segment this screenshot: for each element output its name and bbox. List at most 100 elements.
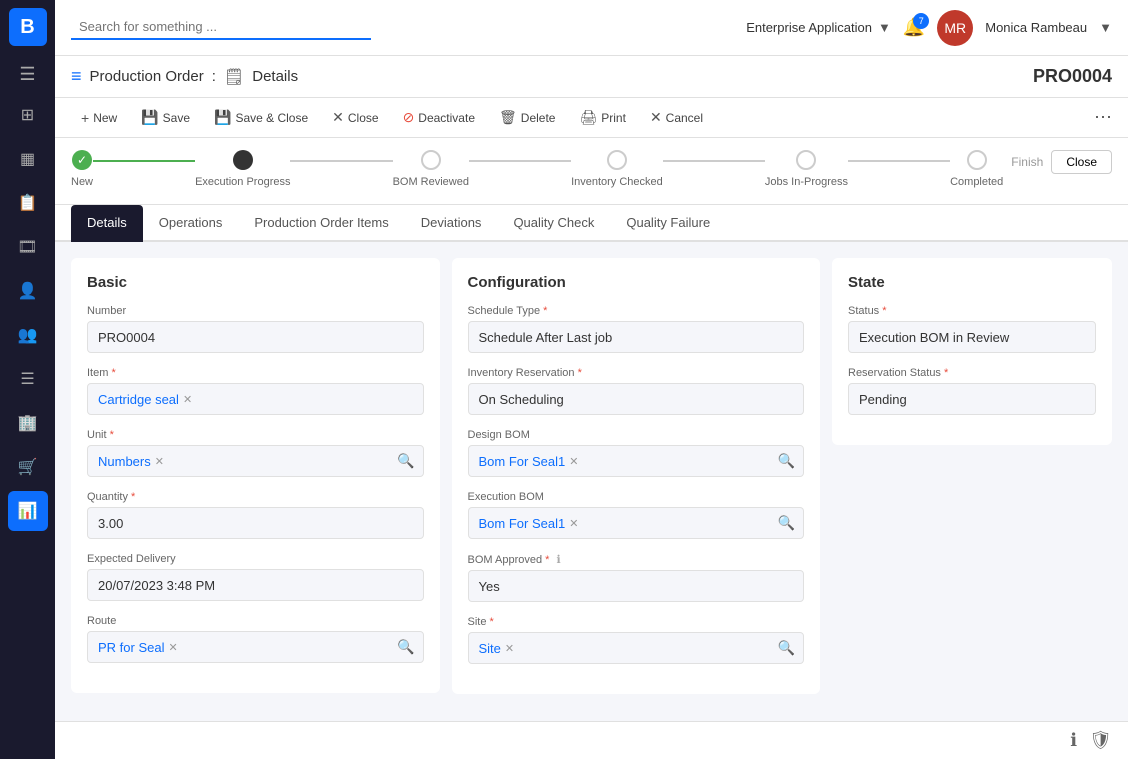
sidebar-item-users[interactable]: 👥 xyxy=(8,315,48,355)
sidebar: B ☰ ⊞ ▦ 📋 🎞 👤 👥 ☰ 🏢 🛒 📊 xyxy=(0,0,55,759)
info-icon[interactable]: ℹ xyxy=(1070,730,1077,751)
execution-bom-tag-remove[interactable]: ✕ xyxy=(569,517,578,530)
user-dropdown-icon[interactable]: ▼ xyxy=(1099,20,1112,35)
notification-button[interactable]: 🔔 7 xyxy=(903,17,925,38)
finish-label: Finish xyxy=(1011,155,1043,169)
site-tag-remove[interactable]: ✕ xyxy=(505,642,514,655)
hamburger-icon[interactable]: ☰ xyxy=(13,58,41,91)
route-search-icon[interactable]: 🔍 xyxy=(397,639,414,656)
unit-search-icon[interactable]: 🔍 xyxy=(397,453,414,470)
basic-title: Basic xyxy=(87,274,424,291)
deactivate-button[interactable]: ⊘ Deactivate xyxy=(393,104,485,131)
search-input[interactable] xyxy=(71,15,371,40)
route-tag-remove[interactable]: ✕ xyxy=(168,641,177,654)
item-tag: Cartridge seal ✕ xyxy=(98,392,192,407)
close-icon: ✕ xyxy=(332,109,344,126)
step-label-jobs: Jobs In-Progress xyxy=(765,176,848,188)
design-bom-label: Design BOM xyxy=(468,429,805,441)
execution-bom-field-group: Execution BOM Bom For Seal1 ✕ 🔍 xyxy=(468,491,805,539)
tab-quality-check[interactable]: Quality Check xyxy=(497,205,610,242)
sidebar-item-person[interactable]: 👤 xyxy=(8,271,48,311)
reservation-status-label: Reservation Status * xyxy=(848,367,1096,379)
inventory-reservation-field-group: Inventory Reservation * On Scheduling xyxy=(468,367,805,415)
step-jobs: Jobs In-Progress xyxy=(765,150,848,188)
status-value: Execution BOM in Review xyxy=(848,321,1096,353)
connector-2 xyxy=(290,160,392,162)
list-icon: ≡ xyxy=(71,66,82,87)
delete-button[interactable]: 🗑 Delete xyxy=(489,104,565,131)
tab-quality-failure[interactable]: Quality Failure xyxy=(610,205,726,242)
site-field-group: Site * Site ✕ 🔍 xyxy=(468,616,805,664)
app-selector[interactable]: Enterprise Application ▼ xyxy=(746,20,891,35)
tab-production-order-items[interactable]: Production Order Items xyxy=(238,205,404,242)
quantity-value[interactable]: 3.00 xyxy=(87,507,424,539)
step-execution: Execution Progress xyxy=(195,150,290,188)
deactivate-icon: ⊘ xyxy=(403,109,415,126)
sidebar-item-report[interactable]: 📋 xyxy=(8,183,48,223)
expected-delivery-value[interactable]: 20/07/2023 3:48 PM xyxy=(87,569,424,601)
design-bom-tag: Bom For Seal1 ✕ xyxy=(479,454,579,469)
close-button[interactable]: ✕ Close xyxy=(322,104,388,131)
number-field-group: Number PRO0004 xyxy=(87,305,424,353)
shield-icon[interactable]: 🛡 xyxy=(1089,730,1112,751)
save-close-button[interactable]: 💾 Save & Close xyxy=(204,104,318,131)
step-label-new: New xyxy=(71,176,93,188)
execution-bom-label: Execution BOM xyxy=(468,491,805,503)
unit-label: Unit * xyxy=(87,429,424,441)
main-area: Enterprise Application ▼ 🔔 7 MR Monica R… xyxy=(55,0,1128,759)
finish-close-area: Finish Close xyxy=(1011,150,1112,174)
topbar-right: Enterprise Application ▼ 🔔 7 MR Monica R… xyxy=(746,10,1112,46)
close-step-button[interactable]: Close xyxy=(1051,150,1112,174)
avatar: MR xyxy=(937,10,973,46)
route-tag-text: PR for Seal xyxy=(98,640,164,655)
delete-icon: 🗑 xyxy=(499,109,517,126)
step-inventory: Inventory Checked xyxy=(571,150,663,188)
sidebar-item-dashboard[interactable]: ⊞ xyxy=(8,95,48,135)
route-tag: PR for Seal ✕ xyxy=(98,640,178,655)
state-title: State xyxy=(848,274,1096,291)
notification-badge: 7 xyxy=(913,13,929,29)
progress-section: ✓ New Execution Progress BOM Reviewed In… xyxy=(55,138,1128,205)
sidebar-item-chart[interactable]: 📊 xyxy=(8,491,48,531)
sidebar-item-video[interactable]: 🎞 xyxy=(8,227,48,267)
design-bom-tag-remove[interactable]: ✕ xyxy=(569,455,578,468)
save-button[interactable]: 💾 Save xyxy=(131,104,200,131)
bom-approved-value: Yes xyxy=(468,570,805,602)
sidebar-item-calendar[interactable]: ▦ xyxy=(8,139,48,179)
save-icon: 💾 xyxy=(141,109,158,126)
sub-title-label: Details xyxy=(252,68,298,85)
sidebar-item-list[interactable]: ☰ xyxy=(8,359,48,399)
expected-delivery-label: Expected Delivery xyxy=(87,553,424,565)
quantity-field-group: Quantity * 3.00 xyxy=(87,491,424,539)
site-value: Site ✕ 🔍 xyxy=(468,632,805,664)
more-button[interactable]: ⋯ xyxy=(1094,107,1112,128)
site-tag-text: Site xyxy=(479,641,501,656)
execution-bom-search-icon[interactable]: 🔍 xyxy=(778,515,795,532)
sidebar-item-building[interactable]: 🏢 xyxy=(8,403,48,443)
design-bom-search-icon[interactable]: 🔍 xyxy=(778,453,795,470)
reservation-status-value: Pending xyxy=(848,383,1096,415)
step-circle-jobs xyxy=(796,150,816,170)
quantity-label: Quantity * xyxy=(87,491,424,503)
cancel-button[interactable]: ✕ Cancel xyxy=(640,104,713,131)
inventory-reservation-label: Inventory Reservation * xyxy=(468,367,805,379)
tab-deviations[interactable]: Deviations xyxy=(405,205,498,242)
site-search-icon[interactable]: 🔍 xyxy=(778,640,795,657)
bottom-bar: ℹ 🛡 xyxy=(55,721,1128,759)
unit-tag-remove[interactable]: ✕ xyxy=(155,455,164,468)
user-name-label[interactable]: Monica Rambeau xyxy=(985,20,1087,35)
tabs-bar: Details Operations Production Order Item… xyxy=(55,205,1128,242)
new-button[interactable]: + New xyxy=(71,105,127,131)
tab-operations[interactable]: Operations xyxy=(143,205,239,242)
execution-bom-tag-text: Bom For Seal1 xyxy=(479,516,566,531)
connector-5 xyxy=(848,160,950,162)
print-button[interactable]: 🖨 Print xyxy=(569,104,635,131)
sidebar-item-cart[interactable]: 🛒 xyxy=(8,447,48,487)
tab-details[interactable]: Details xyxy=(71,205,143,242)
item-tag-remove[interactable]: ✕ xyxy=(183,393,192,406)
design-bom-tag-text: Bom For Seal1 xyxy=(479,454,566,469)
app-logo: B xyxy=(9,8,47,46)
step-bom-reviewed: BOM Reviewed xyxy=(393,150,469,188)
number-value: PRO0004 xyxy=(87,321,424,353)
connector-1 xyxy=(93,160,195,162)
